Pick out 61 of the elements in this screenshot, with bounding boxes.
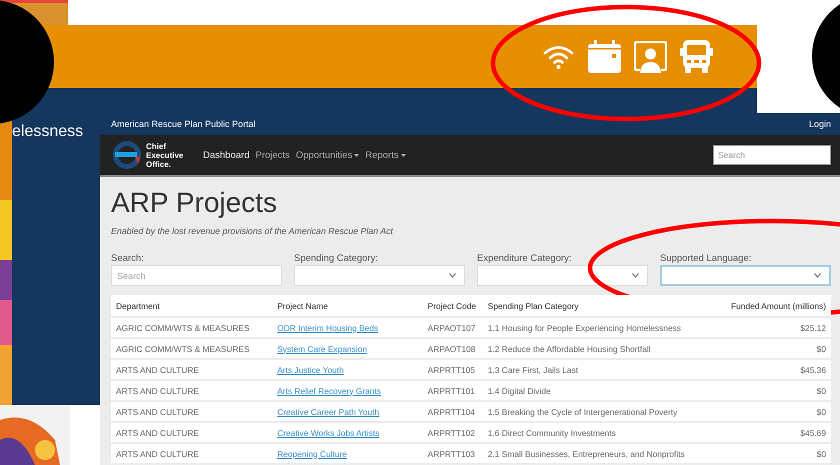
table-cell: 2.1 Small Businesses, Entrepreneurs, and Nonprofits [482, 443, 724, 464]
portal-title: American Rescue Plan Public Portal [111, 119, 256, 129]
table-cell: $0 [724, 443, 831, 464]
chevron-icon [632, 273, 639, 278]
filter-label: Expenditure Category: [477, 253, 572, 264]
filter-label: Supported Language: [660, 253, 752, 264]
dropdown-field[interactable] [477, 265, 648, 286]
table-cell: ARTS AND CULTURE [111, 359, 272, 380]
table-cell: $45.36 [724, 359, 831, 380]
table-cell: ARPAOT107 [422, 317, 483, 338]
filter-label: Spending Category: [294, 253, 378, 264]
wifi-icon [542, 44, 575, 70]
table-cell: 1.5 Breaking the Cycle of Intergenerational Poverty [482, 401, 724, 422]
table-cell: 1.2 Reduce the Affordable Housing Shortfall [482, 338, 724, 359]
table-cell: $45.69 [724, 422, 831, 443]
column-header: Spending Plan Category [482, 295, 724, 317]
dropdown-field[interactable] [294, 265, 465, 286]
chevron-icon [814, 273, 821, 278]
table-cell: $25.12 [724, 317, 831, 338]
login-link[interactable]: Login [808, 119, 831, 129]
table-cell: ARTS AND CULTURE [111, 443, 272, 464]
table-cell: AGRIC COMM/WTS & MEASURES [111, 338, 272, 359]
table-cell: ARPRTT103 [422, 443, 483, 464]
table-cell: ARTS AND CULTURE [111, 380, 272, 401]
column-header: Funded Amount (millions) [724, 295, 831, 317]
table-cell: ARTS AND CULTURE [111, 422, 272, 443]
table-cell: 1.4 Digital Divide [482, 380, 724, 401]
nav-item[interactable]: Reports [365, 150, 406, 160]
table-cell: ARPRTT101 [422, 380, 483, 401]
table-cell: $0 [724, 338, 831, 359]
logo-text: Chief Executive Office. [146, 142, 184, 168]
dropdown-field[interactable] [660, 265, 831, 286]
table-cell: 1.3 Care First, Jails Last [482, 359, 724, 380]
page-subtitle: Enabled by the lost revenue provisions of the American Rescue Plan Act [111, 226, 393, 236]
logo-icon [112, 140, 142, 170]
column-header: Department [111, 295, 272, 317]
bus-icon [680, 40, 713, 73]
search-field[interactable]: Search [713, 145, 831, 165]
table-cell: $0 [724, 401, 831, 422]
filter-label: Search: [111, 253, 144, 264]
table-cell: 1.1 Housing for People Experiencing Homelessness [482, 317, 724, 338]
page-heading: elessness [12, 123, 84, 141]
table-cell: AGRIC COMM/WTS & MEASURES [111, 317, 272, 338]
table-cell: ARPRTT105 [422, 359, 483, 380]
person-icon [634, 40, 667, 72]
page-title: ARP Projects [111, 186, 278, 220]
chevron-icon [449, 273, 456, 278]
table-cell: $0 [724, 380, 831, 401]
caret-icon [400, 154, 406, 156]
nav-item[interactable]: Projects [255, 150, 290, 160]
calendar-icon [588, 40, 621, 73]
table-cell: ARPRTT102 [422, 422, 483, 443]
nav-item[interactable]: Opportunities [296, 150, 360, 160]
table-cell: ARPRTT104 [422, 401, 483, 422]
column-header: Project Code [422, 295, 483, 317]
caret-icon [354, 154, 360, 156]
table-cell: 1.6 Direct Community Investments [482, 422, 724, 443]
column-header: Project Name [272, 295, 423, 317]
nav-item[interactable]: Dashboard [203, 150, 250, 160]
table-cell: ARPAOT108 [422, 338, 483, 359]
table-cell: ARTS AND CULTURE [111, 401, 272, 422]
